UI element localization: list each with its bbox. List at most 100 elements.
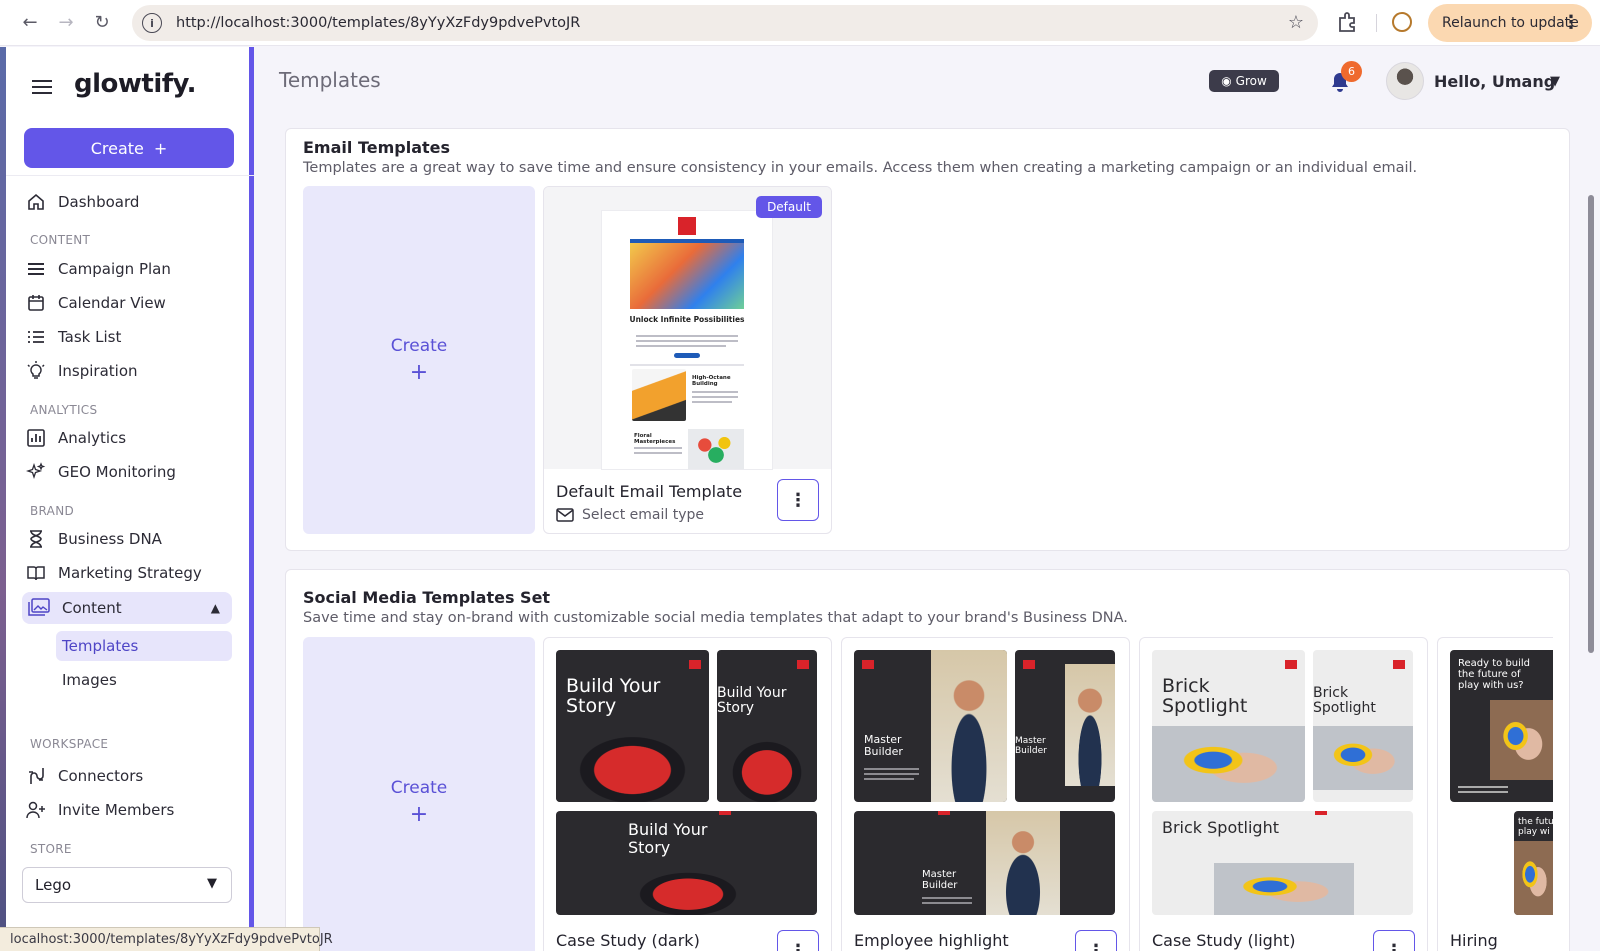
sparkle-icon	[26, 462, 46, 482]
preview-text-line	[636, 335, 738, 337]
home-icon	[26, 192, 46, 212]
preview-subheading: Floral Masterpieces	[634, 433, 676, 445]
address-bar[interactable]: i http://localhost:3000/templates/8yYyXz…	[132, 5, 1318, 41]
sidebar-item-campaign-plan[interactable]: Campaign Plan	[26, 254, 238, 284]
preview-hand-image	[1214, 863, 1354, 915]
plug-icon	[26, 766, 46, 786]
sidebar: glowtify. Create + Dashboard CONTENT Cam…	[6, 47, 254, 951]
sidebar-item-label: Invite Members	[58, 801, 175, 819]
lightbulb-icon	[26, 361, 46, 381]
sidebar-item-connectors[interactable]: Connectors	[26, 761, 238, 791]
preview-text-line	[634, 452, 682, 454]
image-gallery-icon	[28, 598, 50, 618]
layers-icon	[26, 259, 46, 279]
preview-cta-button	[674, 353, 700, 358]
hourglass-icon	[26, 529, 46, 549]
social-section-title: Social Media Templates Set	[303, 588, 551, 607]
preview-divider	[630, 364, 744, 366]
sidebar-item-geo-monitoring[interactable]: GEO Monitoring	[26, 457, 238, 487]
sidebar-item-label: Marketing Strategy	[58, 564, 202, 582]
preview-car-image	[632, 369, 686, 421]
brand-logo-icon	[678, 217, 696, 235]
brand-logo-icon	[689, 660, 701, 669]
status-bar-url: localhost:3000/templates/8yYyXzFdy9pdveP…	[0, 927, 333, 951]
sidebar-item-business-dna[interactable]: Business DNA	[26, 524, 238, 554]
kebab-menu-icon: ⋮	[1087, 940, 1105, 951]
social-preview-story: Brick Spotlight	[1313, 650, 1413, 802]
social-template-name: Employee highlight	[854, 931, 1009, 950]
preview-text-line	[922, 897, 972, 899]
preview-text-line	[864, 778, 914, 780]
social-template-card-hiring[interactable]: Ready to build the future of play with u…	[1437, 637, 1553, 951]
browser-profile-icon[interactable]	[1392, 12, 1412, 32]
chevron-up-icon[interactable]: ▲	[211, 601, 220, 615]
main-scrollbar[interactable]	[1588, 195, 1594, 653]
sidebar-item-content[interactable]: Content ▲	[22, 592, 232, 624]
preview-flowers-image	[688, 429, 744, 469]
sidebar-item-invite-members[interactable]: Invite Members	[26, 795, 238, 825]
preview-heading: Unlock Infinite Possibilities	[629, 315, 745, 324]
social-preview-landscape: Master Builder	[854, 811, 1115, 915]
preview-employee-photo	[1065, 664, 1115, 786]
user-greeting[interactable]: Hello, Umang	[1434, 72, 1555, 91]
extensions-icon[interactable]	[1336, 11, 1358, 33]
user-menu-chevron-icon[interactable]: ▼	[1550, 74, 1560, 89]
browser-menu-icon[interactable]: ⋮	[1562, 12, 1580, 33]
email-template-card[interactable]: Unlock Infinite Possibilities High-Octan…	[543, 186, 832, 534]
email-preview-thumbnail: Unlock Infinite Possibilities High-Octan…	[602, 211, 772, 469]
bookmark-star-icon[interactable]: ☆	[1288, 12, 1304, 33]
email-template-name: Default Email Template	[556, 482, 743, 501]
sidebar-subitem-images[interactable]: Images	[56, 665, 232, 695]
user-avatar[interactable]	[1386, 62, 1424, 100]
preview-headline: the futu play wi	[1518, 817, 1553, 837]
create-social-template-tile[interactable]: Create +	[303, 637, 535, 951]
preview-text-line	[636, 345, 726, 347]
sidebar-item-calendar-view[interactable]: Calendar View	[26, 288, 238, 318]
back-arrow-icon[interactable]: ←	[12, 5, 48, 41]
forward-arrow-icon[interactable]: →	[48, 5, 84, 41]
site-info-icon[interactable]: i	[142, 13, 162, 33]
sidebar-item-label: Connectors	[58, 767, 144, 785]
preview-headline: Master Builder	[864, 733, 903, 758]
create-button[interactable]: Create +	[24, 128, 234, 168]
sidebar-item-marketing-strategy[interactable]: Marketing Strategy	[26, 558, 238, 588]
book-icon	[26, 563, 46, 583]
email-section-title: Email Templates	[303, 138, 451, 157]
social-template-card-case-study-dark[interactable]: Build Your Story Build Your Story Build …	[543, 637, 832, 951]
sidebar-item-task-list[interactable]: Task List	[26, 322, 238, 352]
email-template-options-button[interactable]: ⋮	[777, 479, 819, 521]
default-badge: Default	[756, 196, 822, 218]
social-template-card-case-study-light[interactable]: Brick Spotlight Brick Spotlight Brick Sp…	[1139, 637, 1428, 951]
sidebar-item-dashboard[interactable]: Dashboard	[26, 187, 238, 217]
sidebar-item-label: GEO Monitoring	[58, 463, 176, 481]
plus-icon: +	[153, 138, 168, 158]
sidebar-item-label: Calendar View	[58, 294, 166, 312]
award-icon: ◉	[1221, 74, 1232, 88]
grow-badge[interactable]: ◉ Grow	[1209, 70, 1279, 92]
social-templates-panel: Social Media Templates Set Save time and…	[285, 569, 1570, 951]
store-select[interactable]: Lego ▼	[22, 867, 232, 903]
chevron-down-icon: ▼	[207, 876, 217, 891]
grow-label: Grow	[1235, 74, 1267, 88]
social-template-options-button[interactable]: ⋮	[777, 930, 819, 951]
sidebar-item-analytics[interactable]: Analytics	[26, 423, 238, 453]
brand-logo-icon	[1393, 660, 1405, 669]
section-label-brand: BRAND	[30, 504, 75, 518]
preview-headline: Master Builder	[922, 869, 958, 891]
email-type-selector[interactable]: Select email type	[556, 507, 704, 523]
relaunch-button[interactable]: Relaunch to update ⋮	[1428, 4, 1592, 42]
social-template-options-button[interactable]: ⋮	[1373, 930, 1415, 951]
social-template-card-employee-highlight[interactable]: Master Builder Master Builder Master Bui…	[841, 637, 1130, 951]
hamburger-menu-icon[interactable]	[32, 80, 52, 94]
create-email-template-tile[interactable]: Create +	[303, 186, 535, 534]
social-template-options-button[interactable]: ⋮	[1075, 930, 1117, 951]
sidebar-subitem-templates[interactable]: Templates	[56, 631, 232, 661]
list-icon	[26, 327, 46, 347]
mail-icon	[556, 508, 574, 522]
preview-headline: Brick Spotlight	[1162, 818, 1279, 837]
sidebar-item-inspiration[interactable]: Inspiration	[26, 356, 238, 386]
reload-icon[interactable]: ↻	[84, 5, 120, 41]
preview-headline: Brick Spotlight	[1313, 685, 1376, 716]
relaunch-label: Relaunch to update	[1442, 15, 1579, 31]
brand-logo-icon	[1023, 660, 1035, 669]
